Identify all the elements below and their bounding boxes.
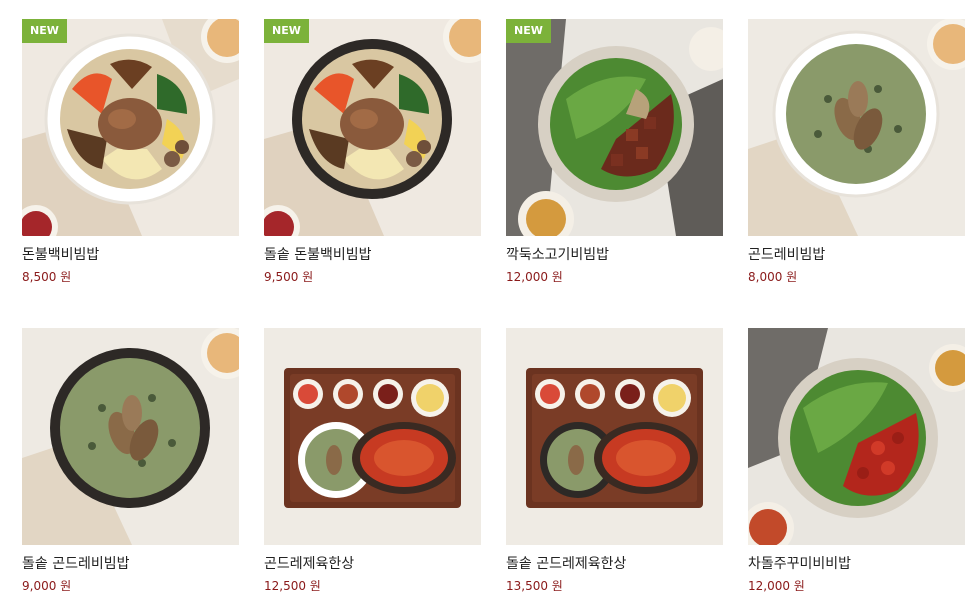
product-card[interactable]: 돌솥 곤드레제육한상 13,500 원 bbox=[506, 328, 723, 594]
new-badge: NEW bbox=[22, 19, 67, 43]
product-name[interactable]: 곤드레비빔밥 bbox=[748, 246, 965, 264]
product-name[interactable]: 돌솥 곤드레비빔밥 bbox=[22, 555, 239, 573]
product-price: 9,500 원 bbox=[264, 270, 314, 284]
product-image[interactable]: NEW bbox=[264, 19, 481, 236]
product-card[interactable]: 차돌주꾸미비비밥 12,000 원 bbox=[748, 328, 965, 594]
product-card[interactable]: NEW 돈불백비빔밥 8,500 원 bbox=[22, 19, 239, 285]
product-image[interactable]: NEW bbox=[506, 19, 723, 236]
product-price: 8,500 원 bbox=[22, 270, 72, 284]
product-price: 12,500 원 bbox=[264, 579, 321, 593]
product-name[interactable]: 깍둑소고기비빔밥 bbox=[506, 246, 723, 264]
product-price: 8,000 원 bbox=[748, 270, 798, 284]
product-image[interactable] bbox=[748, 19, 965, 236]
product-price: 9,000 원 bbox=[22, 579, 72, 593]
product-image[interactable] bbox=[264, 328, 481, 545]
product-price: 12,000 원 bbox=[506, 270, 563, 284]
new-badge: NEW bbox=[506, 19, 551, 43]
product-image[interactable]: NEW bbox=[22, 19, 239, 236]
product-price: 12,000 원 bbox=[748, 579, 805, 593]
product-card[interactable]: NEW 깍둑소고기비빔밥 12,000 원 bbox=[506, 19, 723, 285]
product-name[interactable]: 돌솥 돈불백비빔밥 bbox=[264, 246, 481, 264]
product-card[interactable]: 돌솥 곤드레비빔밥 9,000 원 bbox=[22, 328, 239, 594]
product-name[interactable]: 돈불백비빔밥 bbox=[22, 246, 239, 264]
new-badge: NEW bbox=[264, 19, 309, 43]
product-card[interactable]: 곤드레제육한상 12,500 원 bbox=[264, 328, 481, 594]
product-card[interactable]: 곤드레비빔밥 8,000 원 bbox=[748, 19, 965, 285]
product-grid: NEW 돈불백비빔밥 8,500 원 NEW 돌솥 돈불백비빔밥 9,500 원… bbox=[0, 0, 980, 615]
product-name[interactable]: 돌솥 곤드레제육한상 bbox=[506, 555, 723, 573]
product-name[interactable]: 곤드레제육한상 bbox=[264, 555, 481, 573]
product-name[interactable]: 차돌주꾸미비비밥 bbox=[748, 555, 965, 573]
product-image[interactable] bbox=[22, 328, 239, 545]
product-image[interactable] bbox=[506, 328, 723, 545]
product-price: 13,500 원 bbox=[506, 579, 563, 593]
product-image[interactable] bbox=[748, 328, 965, 545]
product-card[interactable]: NEW 돌솥 돈불백비빔밥 9,500 원 bbox=[264, 19, 481, 285]
